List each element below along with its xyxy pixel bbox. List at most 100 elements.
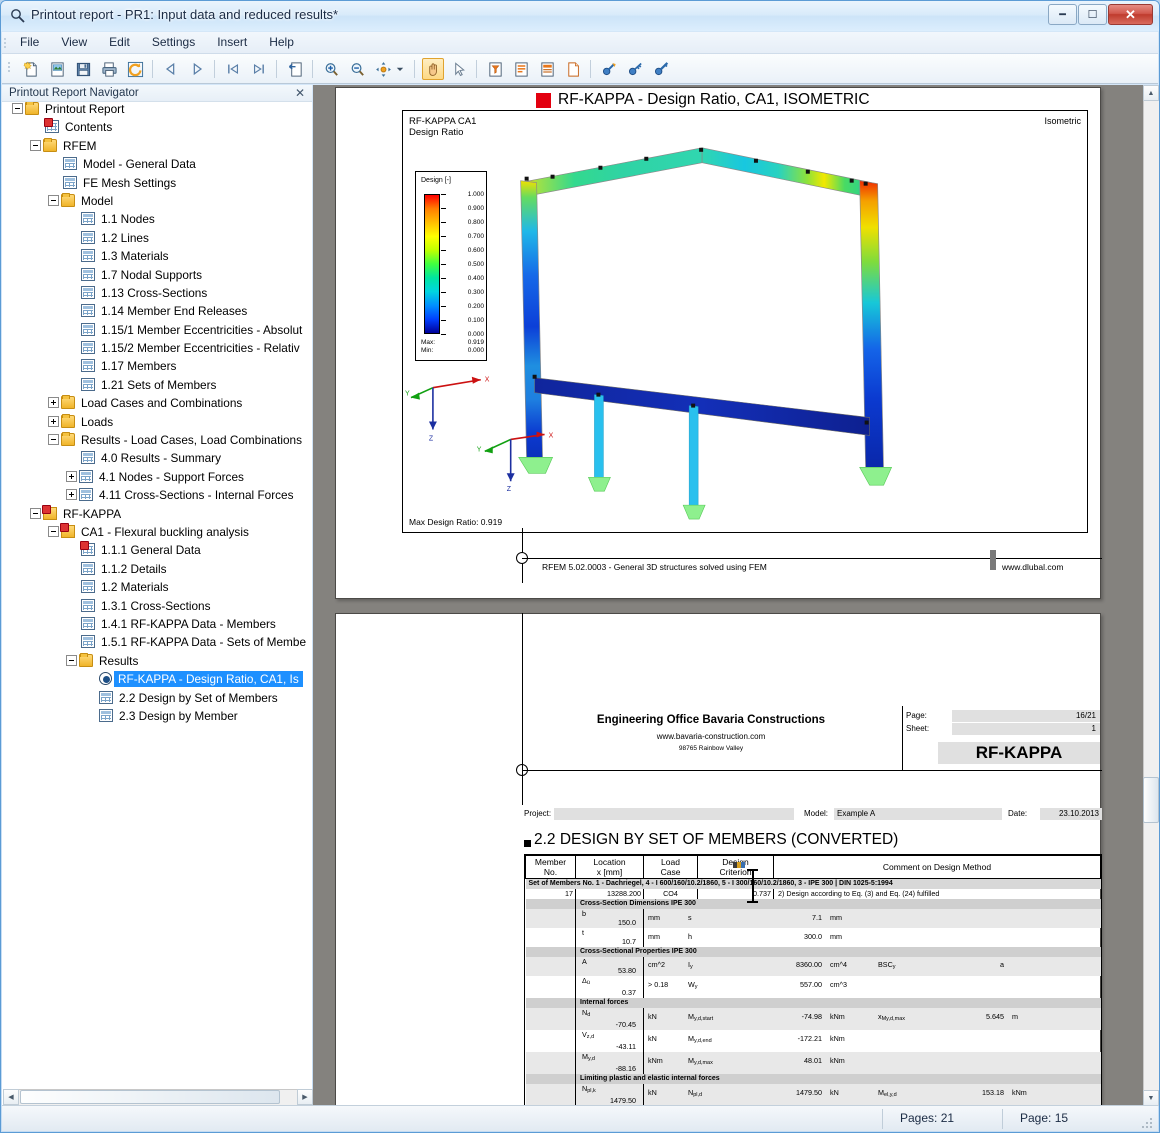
tree-item[interactable]: 1.17 Members <box>2 359 312 377</box>
lock-icon[interactable] <box>650 58 672 80</box>
header-footer-icon[interactable] <box>598 58 620 80</box>
tree-item[interactable]: 1.1 Nodes <box>2 212 312 230</box>
resize-grip[interactable] <box>1142 1116 1154 1128</box>
tree-item[interactable]: 1.15/1 Member Eccentricities - Absolut <box>2 322 312 341</box>
tree-item[interactable]: 1.21 Sets of Members <box>2 377 312 396</box>
navigator-scroll-left-button[interactable]: ◀ <box>3 1089 19 1105</box>
tree-item[interactable]: 1.7 Nodal Supports <box>2 267 312 286</box>
document-vscroll-thumb[interactable] <box>1143 777 1159 823</box>
tree-item[interactable]: 1.14 Member End Releases <box>2 304 312 322</box>
folder-icon <box>61 413 75 428</box>
menu-item-file[interactable]: File <box>9 32 50 53</box>
tree-item[interactable]: Load Cases and Combinations <box>2 395 312 414</box>
tree-item[interactable]: 4.11 Cross-Sections - Internal Forces <box>2 488 312 506</box>
legend-tick <box>441 208 446 209</box>
tree-item[interactable]: 1.3.1 Cross-Sections <box>2 598 312 617</box>
tree-collapse-icon[interactable] <box>30 507 41 519</box>
tree-item[interactable]: 4.1 Nodes - Support Forces <box>2 469 312 488</box>
tree-item[interactable]: 1.4.1 RF-KAPPA Data - Members <box>2 616 312 635</box>
tree-item-label: 1.3.1 Cross-Sections <box>101 598 211 613</box>
page-info-block: Page: 16/21 Sheet: 1 <box>906 710 1100 736</box>
report-tree[interactable]: Printout Report Contents RFEM Model - Gener… <box>2 102 312 1089</box>
tree-expand-icon[interactable] <box>66 489 77 501</box>
tree-collapse-icon[interactable] <box>48 525 59 537</box>
tree-item[interactable]: 1.1.1 General Data <box>2 541 312 561</box>
last-page-icon[interactable] <box>248 58 270 80</box>
open-report-icon[interactable] <box>46 58 68 80</box>
tree-item[interactable]: 1.5.1 RF-KAPPA Data - Sets of Membe <box>2 635 312 653</box>
print-icon[interactable] <box>98 58 120 80</box>
save-icon[interactable] <box>72 58 94 80</box>
menu-item-view[interactable]: View <box>50 32 98 53</box>
legend-tick-value: 0.000 <box>467 331 484 338</box>
document-preview-pane[interactable]: RF-KAPPA - Design Ratio, CA1, ISOMETRIC … <box>313 85 1158 1106</box>
tree-item-label: 1.2 Lines <box>101 230 149 245</box>
menu-item-settings[interactable]: Settings <box>141 32 206 53</box>
tree-expand-icon[interactable] <box>48 415 59 427</box>
tree-item[interactable]: 1.1.2 Details <box>2 561 312 580</box>
previous-page-icon[interactable] <box>160 58 182 80</box>
menu-item-help[interactable]: Help <box>258 32 305 53</box>
tree-collapse-icon[interactable] <box>66 654 77 666</box>
max-design-ratio-label: Max Design Ratio: 0.919 <box>409 517 503 527</box>
zoom-out-icon[interactable] <box>346 58 368 80</box>
tree-item[interactable]: Results - Load Cases, Load Combinations <box>2 432 312 451</box>
tree-item[interactable]: Loads <box>2 413 312 433</box>
tree-item[interactable]: 4.0 Results - Summary <box>2 451 312 469</box>
report-layout-icon[interactable] <box>536 58 558 80</box>
tree-item[interactable]: FE Mesh Settings <box>2 175 312 194</box>
document-vscrollbar[interactable] <box>1143 85 1159 1106</box>
blank-page-icon[interactable] <box>562 58 584 80</box>
design-results-table[interactable]: MemberNo. Locationx [mm] LoadCase Design… <box>524 854 1102 1106</box>
tree-item[interactable]: 1.2 Materials <box>2 580 312 598</box>
first-page-icon[interactable] <box>222 58 244 80</box>
zoom-in-icon[interactable] <box>320 58 342 80</box>
select-tool-icon[interactable] <box>448 58 470 80</box>
tree-item[interactable]: Contents <box>2 118 312 138</box>
tree-item[interactable]: CA1 - Flexural buckling analysis <box>2 522 312 543</box>
menu-item-insert[interactable]: Insert <box>206 32 258 53</box>
unlock-icon[interactable] <box>624 58 646 80</box>
menu-item-edit[interactable]: Edit <box>98 32 141 53</box>
document-scroll-up-button[interactable]: ▲ <box>1143 85 1159 101</box>
tree-item[interactable]: RF-KAPPA - Design Ratio, CA1, Is <box>2 672 312 690</box>
tree-item[interactable]: Model - General Data <box>2 157 312 175</box>
tree-item[interactable]: 1.3 Materials <box>2 249 312 267</box>
tree-collapse-icon[interactable] <box>48 194 59 206</box>
pan-move-icon[interactable] <box>372 58 394 80</box>
navigator-hscroll-thumb[interactable] <box>20 1090 280 1104</box>
tree-item-label: 1.14 Member End Releases <box>101 304 248 319</box>
tree-collapse-icon[interactable] <box>30 139 41 151</box>
tree-expand-icon[interactable] <box>48 397 59 409</box>
navigator-scroll-right-button[interactable]: ▶ <box>297 1089 313 1105</box>
page-setup-icon[interactable] <box>510 58 532 80</box>
legend-colorbar <box>424 194 440 334</box>
tree-item[interactable]: RFEM <box>2 137 312 157</box>
close-button[interactable]: ✕ <box>1108 4 1153 25</box>
tree-item[interactable]: 2.2 Design by Set of Members <box>2 690 312 709</box>
tree-item[interactable]: RF-KAPPA <box>2 504 312 525</box>
tree-expand-icon[interactable] <box>66 470 77 482</box>
new-report-icon[interactable] <box>20 58 42 80</box>
toolbar-grip[interactable] <box>5 54 13 84</box>
maximize-button[interactable]: ☐ <box>1078 4 1107 25</box>
tree-collapse-icon[interactable] <box>12 103 23 114</box>
export-icon[interactable] <box>284 58 306 80</box>
tree-item[interactable]: Results <box>2 652 312 672</box>
refresh-icon[interactable] <box>124 58 146 80</box>
navigator-close-icon[interactable]: ✕ <box>295 86 305 100</box>
filter-page-icon[interactable] <box>484 58 506 80</box>
dropdown-arrow-icon[interactable] <box>394 58 406 80</box>
next-page-icon[interactable] <box>186 58 208 80</box>
minimize-button[interactable]: ━ <box>1048 4 1077 25</box>
menu-grip[interactable] <box>2 32 9 54</box>
tree-item[interactable]: 2.3 Design by Member <box>2 708 312 727</box>
tree-collapse-icon[interactable] <box>48 434 59 446</box>
tree-item[interactable]: 1.2 Lines <box>2 230 312 249</box>
tree-item[interactable]: Model <box>2 192 312 212</box>
tree-item[interactable]: 1.15/2 Member Eccentricities - Relativ <box>2 341 312 359</box>
document-scroll-down-button[interactable]: ▼ <box>1143 1090 1159 1106</box>
hand-tool-icon[interactable] <box>422 58 444 80</box>
tree-item[interactable]: 1.13 Cross-Sections <box>2 285 312 304</box>
